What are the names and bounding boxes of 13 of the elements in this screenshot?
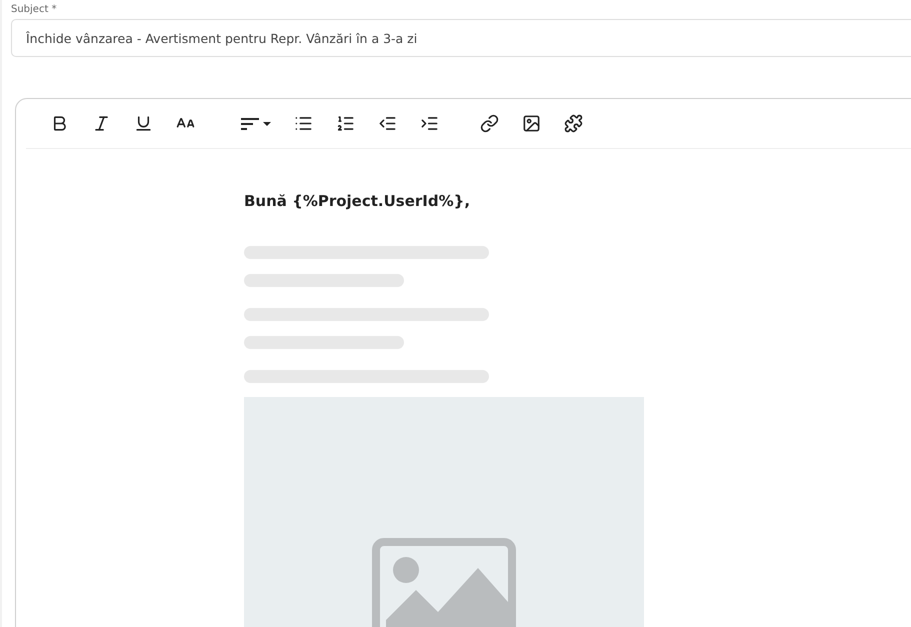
numbered-list-icon: [336, 114, 354, 133]
field-label: Subject *: [11, 4, 58, 15]
greeting-text: Bună {%Project.UserId%},: [244, 192, 472, 210]
underline-icon: [134, 114, 152, 133]
link-icon: [480, 114, 498, 133]
subject-field[interactable]: Închide vânzarea - Avertisment pentru Repr. Vânzări în a 3-a zi: [11, 19, 911, 57]
image-placeholder-icon: [372, 538, 516, 627]
image-icon: [522, 114, 540, 133]
bullet-list-icon: [294, 114, 312, 133]
align-left-icon: [239, 116, 273, 132]
indent-icon: [420, 114, 438, 133]
puzzle-icon: [564, 114, 582, 133]
outdent-icon: [378, 114, 396, 133]
